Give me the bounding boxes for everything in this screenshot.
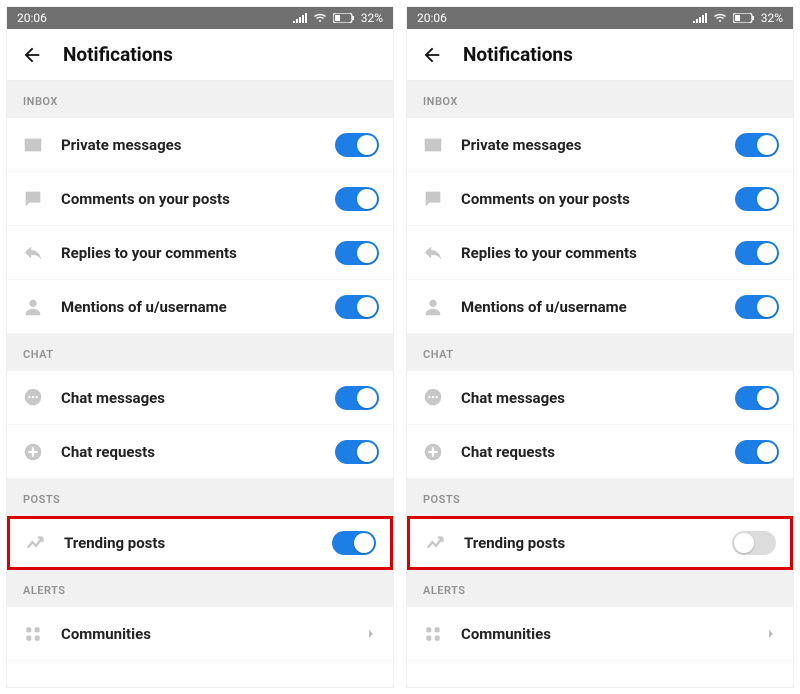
toggle[interactable] xyxy=(735,295,779,319)
label: Mentions of u/username xyxy=(61,298,319,316)
label: Communities xyxy=(61,625,347,643)
page-title: Notifications xyxy=(463,43,573,66)
chat-icon xyxy=(21,387,45,409)
app-bar: Notifications xyxy=(407,29,793,81)
grid-icon xyxy=(21,624,45,644)
label: Communities xyxy=(461,625,747,643)
section-inbox: INBOX xyxy=(7,81,393,118)
row-trending-posts[interactable]: Trending posts xyxy=(407,516,793,570)
toggle[interactable] xyxy=(335,187,379,211)
grid-icon xyxy=(421,624,445,644)
row-communities[interactable]: Communities xyxy=(7,607,393,661)
toggle[interactable] xyxy=(335,386,379,410)
reply-icon xyxy=(421,242,445,264)
label: Comments on your posts xyxy=(61,190,319,208)
section-posts: POSTS xyxy=(7,479,393,516)
label: Chat messages xyxy=(61,389,319,407)
label: Trending posts xyxy=(64,534,316,552)
chevron-right-icon xyxy=(363,626,379,642)
status-time: 20:06 xyxy=(17,11,47,25)
row-private-messages[interactable]: Private messages xyxy=(407,118,793,172)
wifi-icon xyxy=(313,13,327,23)
row-trending-posts[interactable]: Trending posts xyxy=(7,516,393,570)
back-icon[interactable] xyxy=(421,44,443,66)
section-alerts: ALERTS xyxy=(407,570,793,607)
signal-icon xyxy=(693,13,707,23)
label: Chat requests xyxy=(61,443,319,461)
row-mentions[interactable]: Mentions of u/username xyxy=(7,280,393,334)
back-icon[interactable] xyxy=(21,44,43,66)
trending-icon xyxy=(424,532,448,554)
section-alerts: ALERTS xyxy=(7,570,393,607)
label: Mentions of u/username xyxy=(461,298,719,316)
row-chat-messages[interactable]: Chat messages xyxy=(7,371,393,425)
battery-icon xyxy=(733,13,755,23)
section-posts: POSTS xyxy=(407,479,793,516)
signal-icon xyxy=(293,13,307,23)
reply-icon xyxy=(21,242,45,264)
toggle[interactable] xyxy=(732,531,776,555)
row-replies[interactable]: Replies to your comments xyxy=(407,226,793,280)
envelope-icon xyxy=(21,134,45,156)
toggle[interactable] xyxy=(735,187,779,211)
comment-icon xyxy=(421,188,445,210)
comment-icon xyxy=(21,188,45,210)
label: Chat messages xyxy=(461,389,719,407)
row-communities[interactable]: Communities xyxy=(407,607,793,661)
plus-circle-icon xyxy=(21,441,45,463)
toggle[interactable] xyxy=(332,531,376,555)
phone-left: 20:06 32% Notifications INBOX Private me… xyxy=(6,6,394,688)
toggle[interactable] xyxy=(735,386,779,410)
label: Replies to your comments xyxy=(461,244,719,262)
status-bar: 20:06 32% xyxy=(407,7,793,29)
page-title: Notifications xyxy=(63,43,173,66)
trending-icon xyxy=(24,532,48,554)
label: Comments on your posts xyxy=(461,190,719,208)
plus-circle-icon xyxy=(421,441,445,463)
label: Replies to your comments xyxy=(61,244,319,262)
label: Private messages xyxy=(461,136,719,154)
toggle[interactable] xyxy=(335,133,379,157)
envelope-icon xyxy=(421,134,445,156)
section-inbox: INBOX xyxy=(407,81,793,118)
toggle[interactable] xyxy=(335,295,379,319)
label: Private messages xyxy=(61,136,319,154)
chat-icon xyxy=(421,387,445,409)
toggle[interactable] xyxy=(735,241,779,265)
label: Trending posts xyxy=(464,534,716,552)
toggle[interactable] xyxy=(335,241,379,265)
toggle[interactable] xyxy=(335,440,379,464)
row-mentions[interactable]: Mentions of u/username xyxy=(407,280,793,334)
phone-right: 20:06 32% Notifications INBOX Private me… xyxy=(406,6,794,688)
person-icon xyxy=(421,296,445,318)
status-bar: 20:06 32% xyxy=(7,7,393,29)
battery-pct: 32% xyxy=(761,11,783,25)
row-chat-requests[interactable]: Chat requests xyxy=(407,425,793,479)
row-chat-requests[interactable]: Chat requests xyxy=(7,425,393,479)
toggle[interactable] xyxy=(735,440,779,464)
wifi-icon xyxy=(713,13,727,23)
app-bar: Notifications xyxy=(7,29,393,81)
row-chat-messages[interactable]: Chat messages xyxy=(407,371,793,425)
row-comments-on-posts[interactable]: Comments on your posts xyxy=(407,172,793,226)
battery-icon xyxy=(333,13,355,23)
status-right: 32% xyxy=(693,11,783,25)
chevron-right-icon xyxy=(763,626,779,642)
toggle[interactable] xyxy=(735,133,779,157)
row-private-messages[interactable]: Private messages xyxy=(7,118,393,172)
row-replies[interactable]: Replies to your comments xyxy=(7,226,393,280)
section-chat: CHAT xyxy=(7,334,393,371)
label: Chat requests xyxy=(461,443,719,461)
status-right: 32% xyxy=(293,11,383,25)
row-comments-on-posts[interactable]: Comments on your posts xyxy=(7,172,393,226)
battery-pct: 32% xyxy=(361,11,383,25)
section-chat: CHAT xyxy=(407,334,793,371)
person-icon xyxy=(21,296,45,318)
status-time: 20:06 xyxy=(417,11,447,25)
